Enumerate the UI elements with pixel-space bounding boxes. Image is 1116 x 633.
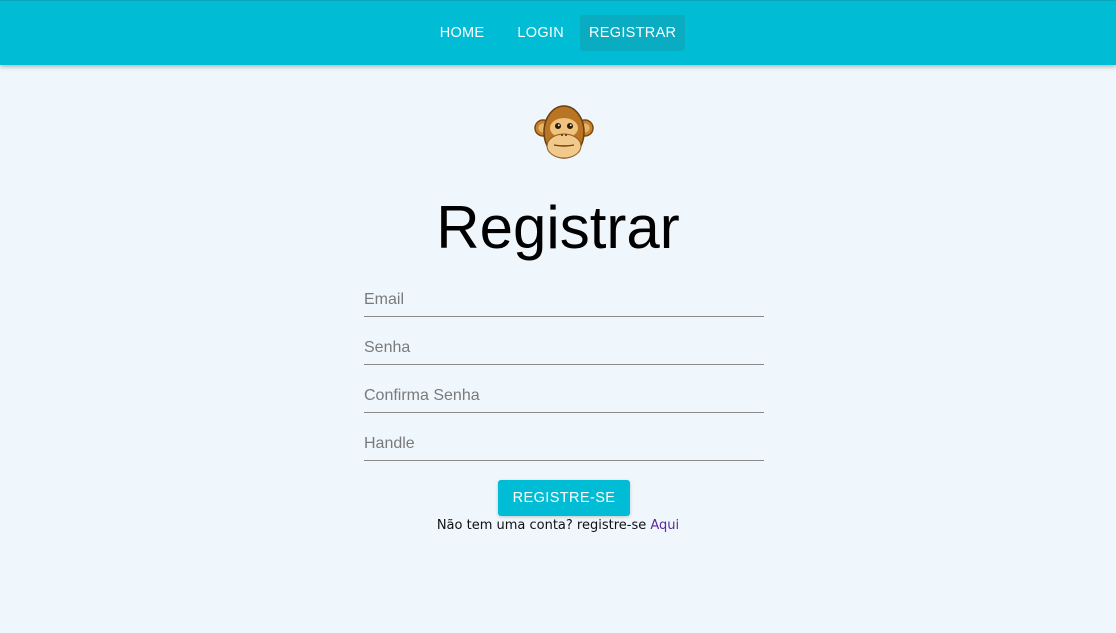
monkey-face-icon <box>534 104 594 162</box>
nav-home[interactable]: HOME <box>431 15 494 51</box>
confirm-password-field-container <box>364 382 764 413</box>
handle-field-container <box>364 430 764 461</box>
top-navbar: HOME LOGIN REGISTRAR <box>0 0 1116 65</box>
email-field[interactable] <box>364 286 764 314</box>
password-field-container <box>364 334 764 365</box>
nav-register[interactable]: REGISTRAR <box>580 15 686 51</box>
password-field[interactable] <box>364 334 764 362</box>
confirm-password-field[interactable] <box>364 382 764 410</box>
page-title: Registrar <box>436 194 680 261</box>
signup-prompt-text: Não tem uma conta? registre-se <box>436 518 651 533</box>
email-field-container <box>364 286 764 317</box>
signup-prompt: Não tem uma conta? registre-se Aqui <box>0 518 1116 533</box>
handle-field[interactable] <box>364 430 764 458</box>
nav-login[interactable]: LOGIN <box>508 15 573 51</box>
signup-link[interactable]: Aqui <box>650 518 679 533</box>
register-submit-button[interactable]: REGISTRE-SE <box>498 480 630 516</box>
